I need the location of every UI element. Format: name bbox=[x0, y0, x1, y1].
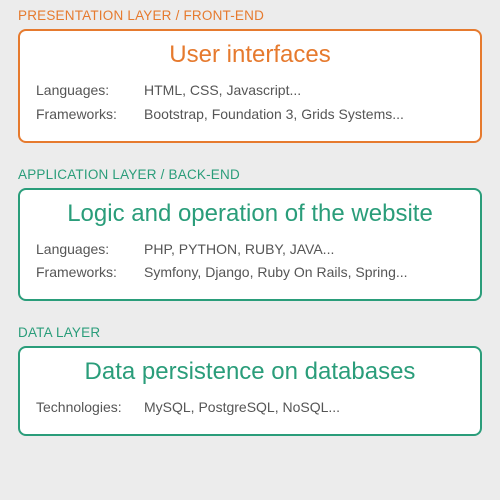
presentation-layer-box: User interfaces Languages: HTML, CSS, Ja… bbox=[18, 29, 482, 143]
presentation-layer: PRESENTATION LAYER / FRONT-END User inte… bbox=[18, 8, 482, 143]
data-layer-title: Data persistence on databases bbox=[36, 358, 464, 386]
application-layer: APPLICATION LAYER / BACK-END Logic and o… bbox=[18, 167, 482, 302]
row-value: MySQL, PostgreSQL, NoSQL... bbox=[144, 396, 464, 420]
row-value: PHP, PYTHON, RUBY, JAVA... bbox=[144, 238, 464, 262]
application-frameworks-row: Frameworks: Symfony, Django, Ruby On Rai… bbox=[36, 261, 464, 285]
row-label: Frameworks: bbox=[36, 103, 144, 127]
row-label: Languages: bbox=[36, 79, 144, 103]
data-layer-label: DATA LAYER bbox=[18, 325, 482, 340]
row-value: Symfony, Django, Ruby On Rails, Spring..… bbox=[144, 261, 464, 285]
presentation-layer-label: PRESENTATION LAYER / FRONT-END bbox=[18, 8, 482, 23]
application-languages-row: Languages: PHP, PYTHON, RUBY, JAVA... bbox=[36, 238, 464, 262]
row-label: Technologies: bbox=[36, 396, 144, 420]
data-layer-box: Data persistence on databases Technologi… bbox=[18, 346, 482, 436]
presentation-layer-title: User interfaces bbox=[36, 41, 464, 69]
row-label: Languages: bbox=[36, 238, 144, 262]
presentation-frameworks-row: Frameworks: Bootstrap, Foundation 3, Gri… bbox=[36, 103, 464, 127]
row-label: Frameworks: bbox=[36, 261, 144, 285]
application-layer-box: Logic and operation of the website Langu… bbox=[18, 188, 482, 302]
presentation-languages-row: Languages: HTML, CSS, Javascript... bbox=[36, 79, 464, 103]
application-layer-title: Logic and operation of the website bbox=[36, 200, 464, 228]
data-layer: DATA LAYER Data persistence on databases… bbox=[18, 325, 482, 436]
application-layer-label: APPLICATION LAYER / BACK-END bbox=[18, 167, 482, 182]
row-value: HTML, CSS, Javascript... bbox=[144, 79, 464, 103]
data-technologies-row: Technologies: MySQL, PostgreSQL, NoSQL..… bbox=[36, 396, 464, 420]
row-value: Bootstrap, Foundation 3, Grids Systems..… bbox=[144, 103, 464, 127]
